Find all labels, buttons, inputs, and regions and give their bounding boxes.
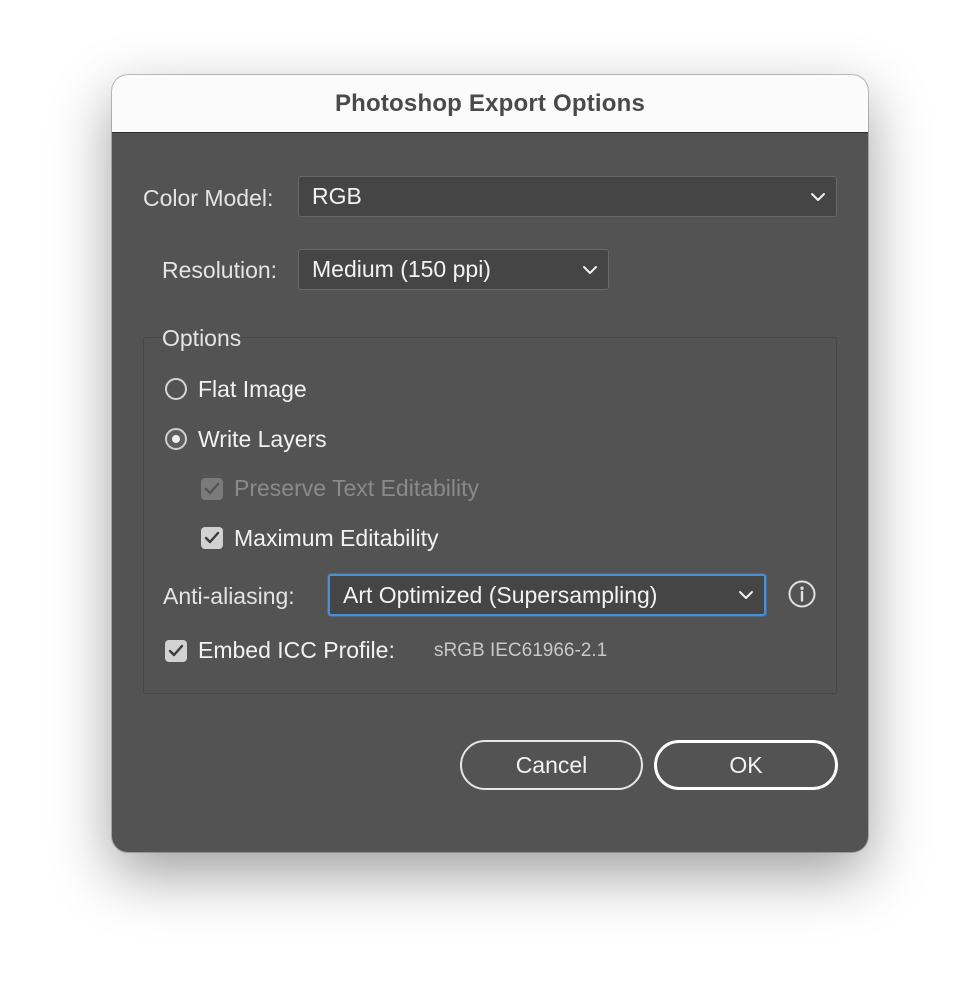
color-model-label: Color Model: (143, 185, 274, 211)
anti-aliasing-select[interactable]: Art Optimized (Supersampling) (328, 574, 766, 616)
preserve-text-checkbox[interactable] (201, 478, 223, 500)
info-circle-icon[interactable] (788, 580, 816, 608)
cancel-button-label: Cancel (515, 751, 588, 778)
cancel-button[interactable]: Cancel (460, 740, 643, 790)
anti-aliasing-label: Anti-aliasing: (163, 583, 295, 609)
checkmark-icon (168, 644, 184, 657)
chevron-down-icon (811, 192, 825, 201)
chevron-down-icon (583, 265, 597, 274)
export-options-dialog: Photoshop Export Options Color Model: RG… (112, 75, 868, 852)
embed-icc-label[interactable]: Embed ICC Profile: (198, 637, 395, 664)
checkmark-icon (204, 531, 220, 544)
max-editability-checkbox[interactable] (201, 527, 223, 549)
write-layers-radio[interactable] (165, 428, 187, 450)
options-group-title: Options (162, 325, 242, 352)
flat-image-radio[interactable] (165, 378, 187, 400)
ok-button-label: OK (729, 751, 763, 778)
preserve-text-label: Preserve Text Editability (234, 475, 480, 501)
write-layers-label[interactable]: Write Layers (198, 426, 327, 453)
anti-aliasing-value: Art Optimized (Supersampling) (343, 581, 658, 608)
embed-icc-checkbox[interactable] (165, 640, 187, 662)
chevron-down-icon (739, 591, 753, 599)
checkmark-icon (204, 482, 220, 495)
dialog-titlebar: Photoshop Export Options (112, 75, 868, 133)
resolution-value: Medium (150 ppi) (312, 256, 491, 282)
color-model-value: RGB (312, 183, 362, 209)
resolution-select[interactable]: Medium (150 ppi) (298, 249, 609, 290)
resolution-label: Resolution: (162, 257, 278, 283)
icc-profile-name: sRGB IEC61966-2.1 (434, 640, 608, 661)
dialog-title: Photoshop Export Options (334, 89, 646, 117)
max-editability-label[interactable]: Maximum Editability (234, 525, 439, 552)
color-model-select[interactable]: RGB (298, 176, 837, 217)
ok-button[interactable]: OK (654, 740, 838, 790)
flat-image-label[interactable]: Flat Image (198, 376, 307, 403)
